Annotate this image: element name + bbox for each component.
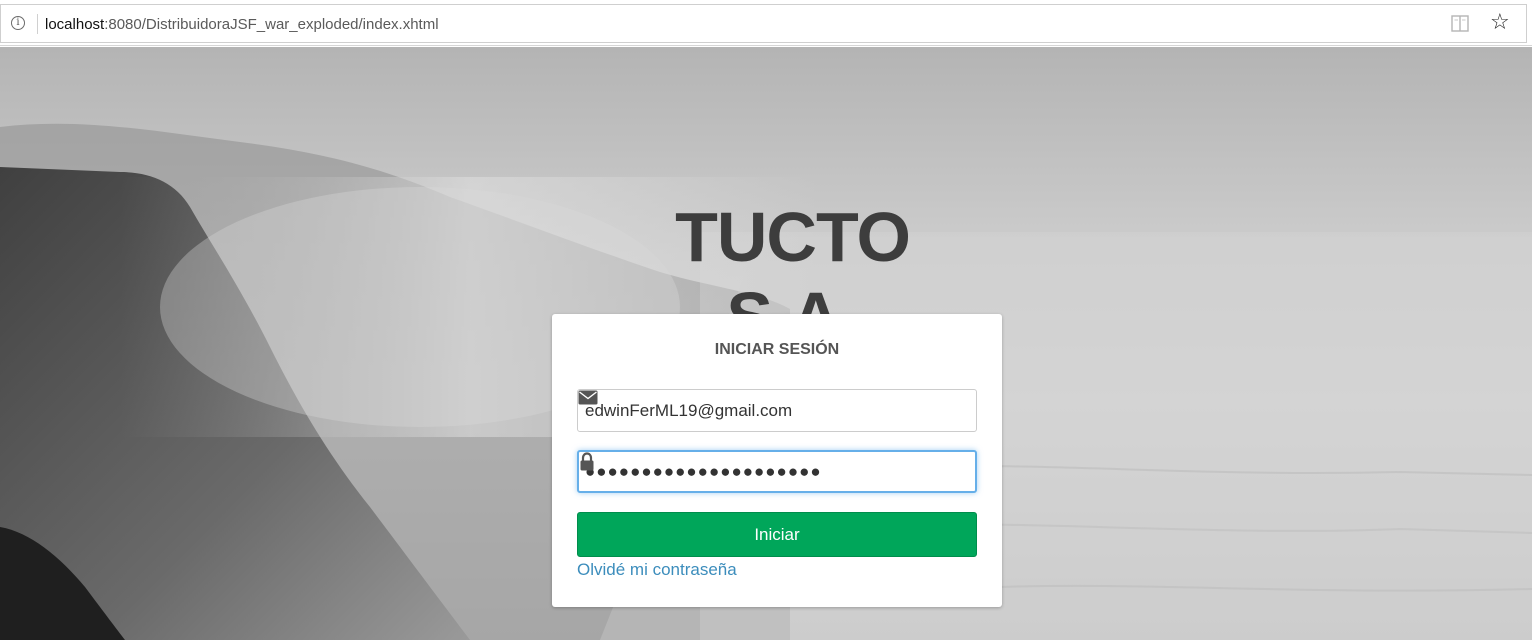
address-bar[interactable]: i localhost:8080/DistribuidoraJSF_war_ex… <box>0 4 1527 43</box>
forgot-password-link[interactable]: Olvidé mi contraseña <box>577 559 737 581</box>
url-path: :8080/DistribuidoraJSF_war_exploded/inde… <box>104 16 439 33</box>
url-host: localhost <box>45 16 105 33</box>
reading-view-icon[interactable] <box>1451 15 1469 32</box>
login-submit-button[interactable]: Iniciar <box>577 512 977 557</box>
login-card: INICIAR SESIÓN Iniciar Olvidé mi contras… <box>552 314 1002 607</box>
email-input[interactable] <box>585 390 935 431</box>
password-input[interactable] <box>585 452 935 491</box>
envelope-icon <box>578 390 598 405</box>
info-icon[interactable]: i <box>11 16 25 30</box>
browser-toolbar: i localhost:8080/DistribuidoraJSF_war_ex… <box>0 0 1532 46</box>
address-divider <box>37 14 38 34</box>
background-hero: TUCTO S.A. INICIAR SESIÓN Iniciar Olvidé… <box>0 47 1532 640</box>
email-field[interactable] <box>577 389 977 432</box>
login-heading: INICIAR SESIÓN <box>714 341 840 358</box>
url-text[interactable]: localhost:8080/DistribuidoraJSF_war_expl… <box>45 15 439 35</box>
favorite-star-icon[interactable]: ☆ <box>1490 12 1510 34</box>
password-field[interactable] <box>577 450 977 493</box>
lock-icon <box>580 452 594 471</box>
